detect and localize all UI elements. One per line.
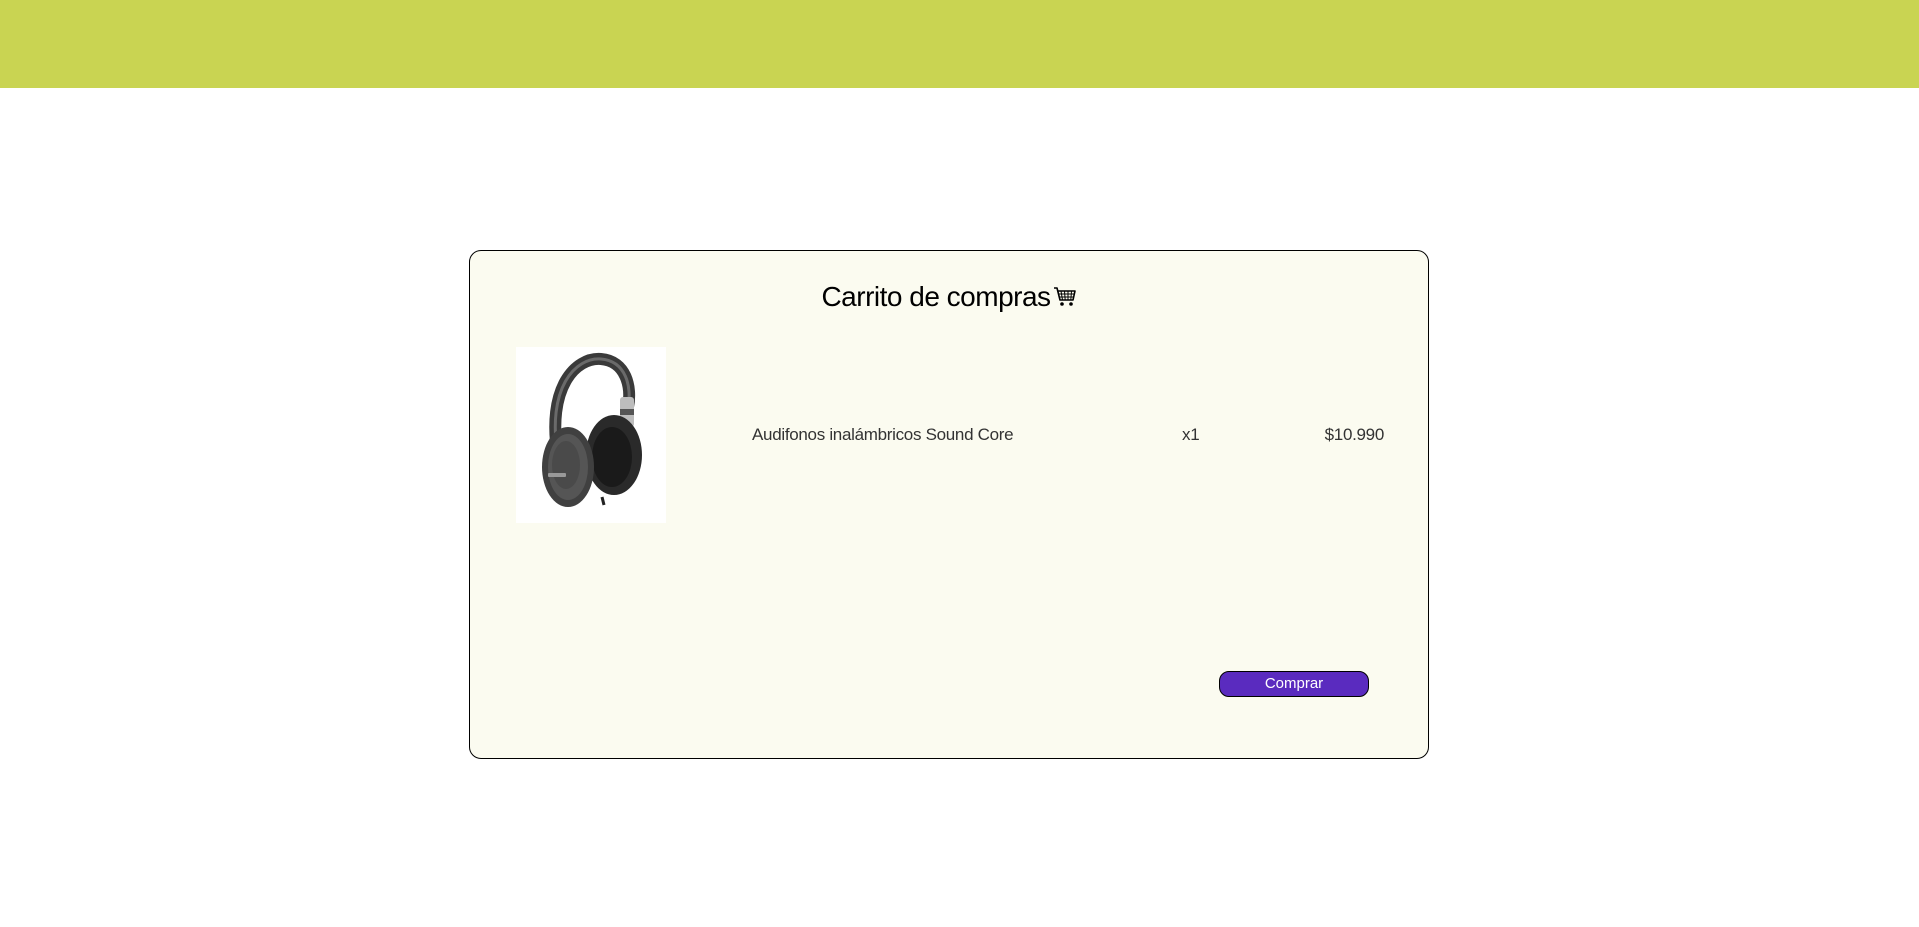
item-price: $10.990 [1324,425,1385,444]
item-quantity: x1 [1182,425,1200,444]
cart-title: Carrito de compras [470,281,1428,315]
shopping-cart-icon [1053,283,1077,315]
cart-item-row: Audifonos inalámbricos Sound Core x1 $10… [516,347,1384,523]
cart-title-text: Carrito de compras [821,281,1051,312]
buy-button[interactable]: Comprar [1219,671,1369,697]
top-header-bar [0,0,1919,88]
item-name: Audifonos inalámbricos Sound Core [752,425,1014,444]
shopping-cart-panel: Carrito de compras Audifonos inalámbrico… [469,250,1429,759]
headphones-product-image [516,347,666,523]
